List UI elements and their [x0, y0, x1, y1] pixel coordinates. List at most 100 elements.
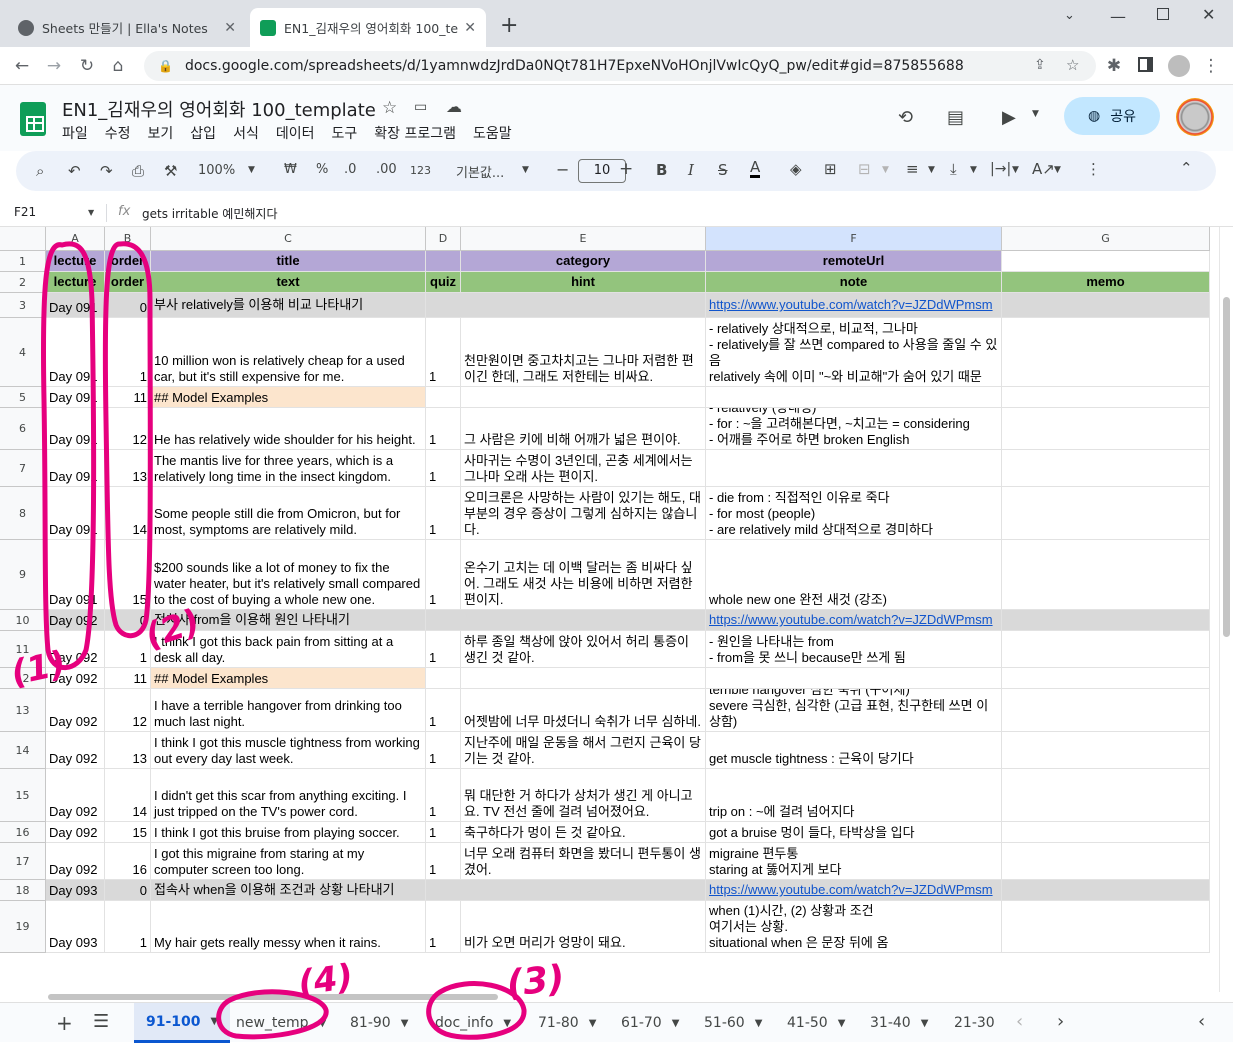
cell-e[interactable]	[426, 610, 706, 631]
cell-g[interactable]	[1002, 540, 1210, 610]
cell-d[interactable]	[426, 668, 461, 689]
cloud-status-icon[interactable]: ☁	[446, 97, 462, 116]
profile-avatar[interactable]	[1168, 55, 1190, 77]
zoom-select[interactable]: 100%	[198, 163, 235, 178]
cell-b[interactable]: 1	[105, 631, 151, 668]
extensions-icon[interactable]: ✱	[1104, 56, 1124, 76]
cell-b[interactable]: 11	[105, 387, 151, 408]
maximize-icon[interactable]	[1157, 8, 1169, 20]
cell-g[interactable]	[1002, 822, 1210, 843]
cell-a[interactable]: Day 091	[46, 487, 105, 540]
merge-dropdown-icon[interactable]: ▼	[882, 165, 889, 175]
select-all-corner[interactable]	[0, 227, 46, 251]
row-header[interactable]: 2	[0, 272, 46, 293]
row-header[interactable]: 13	[0, 689, 46, 732]
cell-b[interactable]: 1	[105, 901, 151, 953]
menu-view[interactable]: 보기	[148, 123, 174, 143]
menu-format[interactable]: 서식	[233, 123, 259, 143]
tab-search-chevron-icon[interactable]: ⌄	[1064, 8, 1075, 23]
cell-a[interactable]: Day 092	[46, 769, 105, 822]
minimize-icon[interactable]: —	[1110, 7, 1126, 26]
row-header[interactable]: 9	[0, 540, 46, 610]
cell-c[interactable]: I have a terrible hangover from drinking…	[151, 689, 426, 732]
sheet-tab-41-50[interactable]: 41-50 ▼	[775, 1003, 857, 1043]
header-cell-f[interactable]: note	[706, 272, 1002, 293]
cell-c[interactable]: Some people still die from Omicron, but …	[151, 487, 426, 540]
cell-b[interactable]: 15	[105, 822, 151, 843]
column-header-f[interactable]: F	[706, 227, 1002, 251]
menu-edit[interactable]: 수정	[105, 123, 131, 143]
row-header[interactable]: 6	[0, 408, 46, 450]
cell-e[interactable]: 오미크론은 사망하는 사람이 있기는 해도, 대부분의 경우 증상이 그렇게 심…	[461, 487, 706, 540]
header-cell-a[interactable]: lecture	[46, 272, 105, 293]
row-header[interactable]: 8	[0, 487, 46, 540]
column-header-b[interactable]: B	[105, 227, 151, 251]
header-cell-e[interactable]: category	[461, 251, 706, 272]
menu-file[interactable]: 파일	[62, 123, 88, 143]
cell-e[interactable]: 사마귀는 수명이 3년인데, 곤충 세계에서는 그나마 오래 사는 편이지.	[461, 450, 706, 487]
sheet-tab-doc-info[interactable]: doc_info ▼	[423, 1003, 523, 1043]
paint-format-icon[interactable]: ⚒	[164, 162, 177, 180]
comments-icon[interactable]: ▤	[947, 107, 964, 128]
sheet-tab-menu-icon[interactable]: ▼	[838, 1018, 846, 1029]
version-history-icon[interactable]: ⟲	[898, 107, 913, 128]
bookmark-star-icon[interactable]: ☆	[1066, 56, 1079, 74]
cell-b[interactable]: 14	[105, 487, 151, 540]
cell-f[interactable]: - relatively (상대성) - for : ~을 고려해본다면, ~치…	[706, 408, 1002, 450]
header-cell-f[interactable]: remoteUrl	[706, 251, 1002, 272]
strikethrough-icon[interactable]: S	[718, 161, 728, 179]
column-header-a[interactable]: A	[46, 227, 105, 251]
cell-f[interactable]: whole new one 완전 새것 (강조)	[706, 540, 1002, 610]
cell-a[interactable]: Day 092	[46, 822, 105, 843]
sheet-tab-81-90[interactable]: 81-90 ▼	[338, 1003, 420, 1043]
cell-e[interactable]: 지난주에 매일 운동을 해서 그런지 근육이 당기는 것 같아.	[461, 732, 706, 769]
cell-b[interactable]: 1	[105, 318, 151, 387]
collapse-menus-icon[interactable]: ⌃	[1180, 159, 1193, 177]
cell-c[interactable]: 전치사 from을 이용해 원인 나타내기	[151, 610, 426, 631]
cell-b[interactable]: 16	[105, 843, 151, 880]
currency-format-button[interactable]: ₩	[284, 162, 297, 177]
cell-d[interactable]: 1	[426, 450, 461, 487]
share-page-icon[interactable]: ⇪	[1034, 57, 1046, 73]
forward-icon[interactable]: →	[44, 56, 64, 76]
document-title[interactable]: EN1_김재우의 영어회화 100_template	[62, 96, 376, 122]
cell-c[interactable]: My hair gets really messy when it rains.	[151, 901, 426, 953]
header-cell-d[interactable]	[426, 251, 461, 272]
cell-d[interactable]: 1	[426, 769, 461, 822]
side-panel-icon[interactable]	[1138, 57, 1153, 72]
cell-c[interactable]: I got this migraine from staring at my c…	[151, 843, 426, 880]
percent-format-button[interactable]: %	[316, 162, 328, 177]
cell-b[interactable]: 11	[105, 668, 151, 689]
cell-d[interactable]: 1	[426, 843, 461, 880]
cell-f[interactable]: - 원인을 나타내는 from - from을 못 쓰니 because만 쓰게…	[706, 631, 1002, 668]
cell-f[interactable]: migraine 편두통 staring at 뚫어지게 보다	[706, 843, 1002, 880]
cell-a[interactable]: Day 091	[46, 293, 105, 318]
share-button[interactable]: ◍ 공유	[1064, 97, 1160, 135]
cell-a[interactable]: Day 092	[46, 732, 105, 769]
cell-b[interactable]: 15	[105, 540, 151, 610]
cell-e[interactable]: 뭐 대단한 거 하다가 상처가 생긴 게 아니고요. TV 전선 줄에 걸려 넘…	[461, 769, 706, 822]
cell-g[interactable]	[1002, 631, 1210, 668]
all-sheets-icon[interactable]: ☰	[93, 1011, 109, 1032]
row-header[interactable]: 11	[0, 631, 46, 668]
cell-b[interactable]: 12	[105, 689, 151, 732]
explore-collapse-icon[interactable]: ‹	[1198, 1011, 1205, 1032]
fill-color-icon[interactable]: ◈	[790, 160, 802, 178]
cell-e[interactable]: 비가 오면 머리가 엉망이 돼요.	[461, 901, 706, 953]
cell-a[interactable]: Day 092	[46, 631, 105, 668]
cell-c[interactable]: $200 sounds like a lot of money to fix t…	[151, 540, 426, 610]
cell-f[interactable]: get muscle tightness : 근육이 당기다	[706, 732, 1002, 769]
merge-cells-icon[interactable]: ⊟	[858, 160, 871, 178]
cell-e[interactable]	[461, 668, 706, 689]
scrollbar-thumb[interactable]	[1223, 297, 1230, 637]
header-cell-e[interactable]: hint	[461, 272, 706, 293]
wrap-dropdown-icon[interactable]: ▼	[1012, 165, 1019, 175]
cell-b[interactable]: 14	[105, 769, 151, 822]
cell-a[interactable]: Day 093	[46, 901, 105, 953]
scroll-tabs-right-icon[interactable]: ›	[1057, 1011, 1064, 1032]
text-color-icon[interactable]: A	[750, 159, 761, 178]
move-folder-icon[interactable]: ▭	[414, 99, 427, 115]
cell-f[interactable]	[706, 668, 1002, 689]
url-field[interactable]: 🔒 docs.google.com/spreadsheets/d/1yamnwd…	[144, 51, 1096, 81]
sheet-tab-21-30[interactable]: 21-30	[942, 1003, 1007, 1043]
